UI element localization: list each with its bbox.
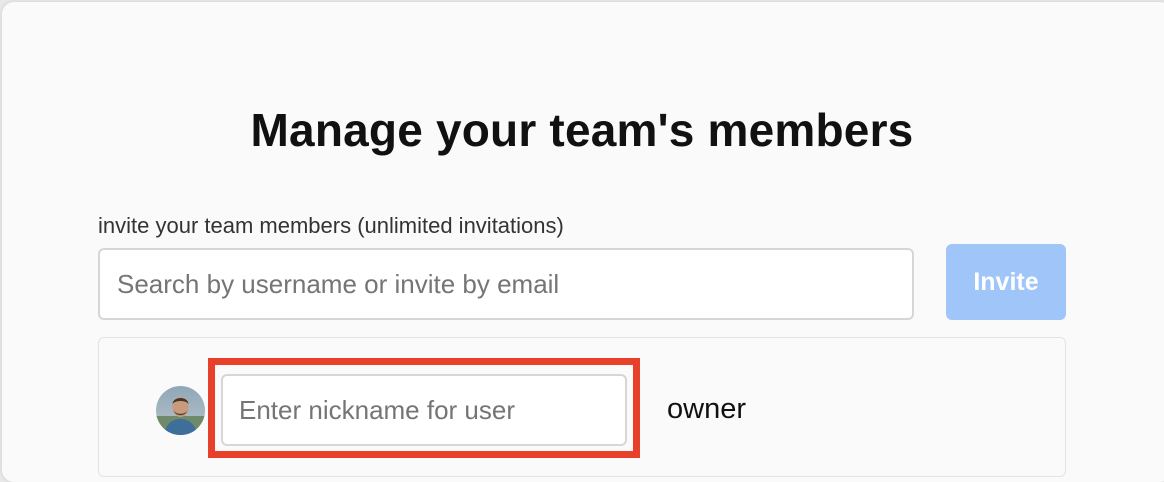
nickname-input[interactable] (221, 374, 627, 446)
search-input[interactable] (98, 248, 914, 320)
page-title: Manage your team's members (250, 104, 914, 156)
avatar-photo-icon (156, 386, 205, 435)
member-role-label: owner (667, 393, 746, 425)
user-avatar (156, 386, 205, 435)
invite-label: invite your team members (unlimited invi… (98, 213, 564, 238)
invite-button[interactable]: Invite (946, 244, 1066, 320)
